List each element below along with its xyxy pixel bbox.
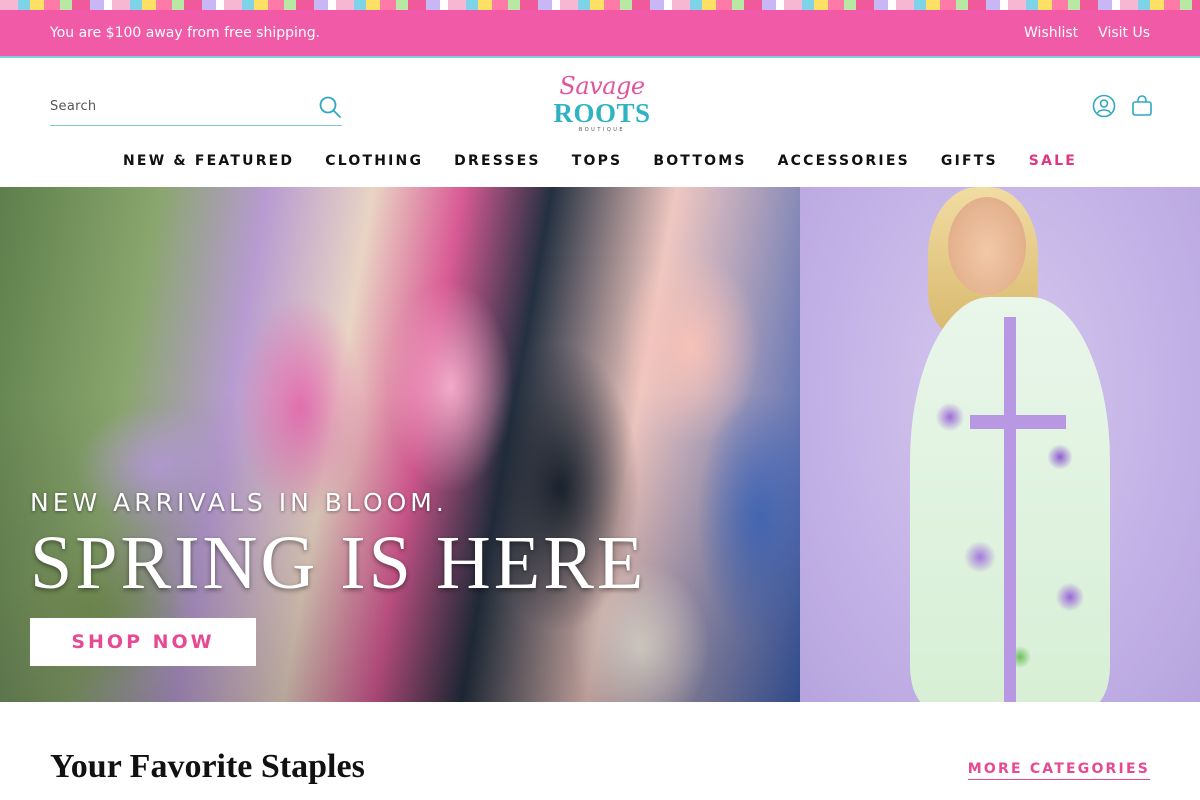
section-title: Your Favorite Staples (50, 748, 365, 785)
shop-now-button[interactable]: SHOP NOW (30, 618, 256, 666)
dress-belt (970, 415, 1066, 429)
search-field[interactable]: Search (50, 88, 342, 126)
wishlist-link[interactable]: Wishlist (1024, 25, 1078, 41)
nav-sale[interactable]: SALE (1029, 146, 1077, 176)
hero-model-image[interactable] (800, 187, 1200, 702)
shipping-message: You are $100 away from free shipping. (50, 25, 321, 41)
nav-tops[interactable]: TOPS (572, 146, 623, 176)
decorative-top-strip (0, 0, 1200, 10)
nav-clothing[interactable]: CLOTHING (325, 146, 423, 176)
more-categories-link[interactable]: MORE CATEGORIES (967, 761, 1150, 780)
nav-bottoms[interactable]: BOTTOMS (653, 146, 746, 176)
cart-icon[interactable] (1130, 94, 1154, 118)
nav-new-featured[interactable]: NEW & FEATURED (123, 146, 294, 176)
main-navigation: NEW & FEATURED CLOTHING DRESSES TOPS BOT… (0, 146, 1200, 176)
header-divider (0, 56, 1200, 58)
search-input[interactable]: Search (50, 99, 96, 114)
model-face (948, 197, 1026, 295)
logo-script-text: Savage (559, 72, 645, 100)
nav-accessories[interactable]: ACCESSORIES (778, 146, 910, 176)
nav-gifts[interactable]: GIFTS (941, 146, 998, 176)
store-logo[interactable]: Savage ROOTS BOUTIQUE (550, 72, 654, 140)
hero-kicker: NEW ARRIVALS IN BLOOM. (30, 488, 448, 517)
account-icon[interactable] (1092, 94, 1116, 118)
logo-main-text: ROOTS (553, 98, 651, 128)
utility-links: Wishlist Visit Us (1024, 25, 1150, 41)
search-icon[interactable] (318, 95, 342, 119)
hero-title: SPRING IS HERE (30, 521, 647, 605)
visit-us-link[interactable]: Visit Us (1098, 25, 1150, 41)
nav-dresses[interactable]: DRESSES (454, 146, 541, 176)
hero-banner-image[interactable]: NEW ARRIVALS IN BLOOM. SPRING IS HERE SH… (0, 187, 800, 702)
announcement-bar: You are $100 away from free shipping. Wi… (0, 10, 1200, 56)
dress-stripe (1004, 317, 1016, 702)
